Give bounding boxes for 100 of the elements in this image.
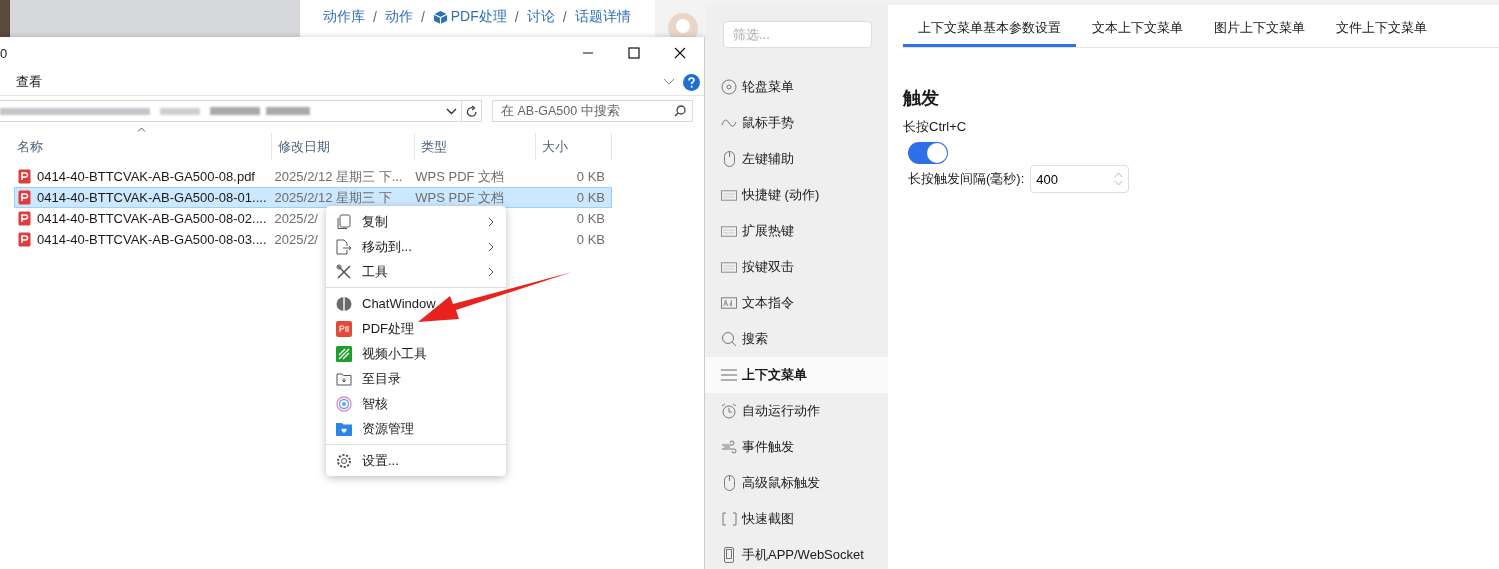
field-label: 长按触发间隔(毫秒): xyxy=(908,170,1025,188)
setting-label: 长按Ctrl+C xyxy=(903,118,968,136)
file-name: 0414-40-BTTCVAK-AB-GA500-08-01.... xyxy=(37,190,267,205)
disc-icon xyxy=(721,79,737,95)
pdf-file-icon xyxy=(18,232,31,247)
menu-item[interactable]: 视频小工具 xyxy=(326,341,506,366)
file-name[interactable]: 0414-40-BTTCVAK-AB-GA500-08-03.... xyxy=(37,232,267,247)
menu-item[interactable]: 移动到... xyxy=(326,234,506,259)
sidebar-item[interactable]: 鼠标手势 xyxy=(705,105,888,141)
file-size: 0 KB xyxy=(575,169,606,184)
sidebar-item[interactable]: 搜索 xyxy=(705,321,888,357)
file-type: WPS PDF 文档 xyxy=(415,189,505,205)
column-header[interactable]: 名称 xyxy=(0,133,272,160)
swirl-icon xyxy=(335,395,352,412)
search-icon xyxy=(721,331,737,347)
sidebar-item[interactable]: 上下文菜单 xyxy=(705,357,888,393)
window-title: 0 xyxy=(0,45,8,61)
sidebar-item[interactable]: 快捷键 (动作) xyxy=(705,177,888,213)
spinner-icon xyxy=(1114,171,1124,187)
pdf-file-icon xyxy=(18,169,31,184)
breadcrumb-separator: / xyxy=(420,9,425,25)
breadcrumb-separator: / xyxy=(373,9,377,25)
sidebar-item[interactable]: 高级鼠标触发 xyxy=(705,465,888,501)
menu-item[interactable]: 工具 xyxy=(326,259,506,284)
maximize-icon[interactable] xyxy=(628,47,640,59)
menu-icon xyxy=(721,369,737,381)
alarm-clock-icon xyxy=(721,403,737,419)
file-move-icon xyxy=(335,238,352,255)
column-header[interactable]: 类型 xyxy=(415,133,536,160)
toggle-switch[interactable] xyxy=(908,142,948,164)
menu-item[interactable]: 智核 xyxy=(326,391,506,416)
file-name[interactable]: 0414-40-BTTCVAK-AB-GA500-08.pdf xyxy=(37,169,255,184)
screenshot-frame-icon xyxy=(721,512,737,526)
search-icon xyxy=(674,105,686,117)
file-row[interactable]: 0414-40-BTTCVAK-AB-GA500-08-01.... 2025/2/12 星期三 下 WPS PDF 文档 0 KB xyxy=(14,187,612,208)
sidebar-item[interactable]: 按键双击 xyxy=(705,249,888,285)
help-icon[interactable] xyxy=(683,73,700,91)
search-field[interactable]: 在 AB-GA500 中搜索 xyxy=(492,100,693,122)
sidebar-item[interactable]: 快速截图 xyxy=(705,501,888,537)
breadcrumb-link[interactable]: 动作 xyxy=(384,8,413,26)
mouse-icon xyxy=(723,151,735,167)
column-header[interactable]: 大小 xyxy=(536,133,612,160)
sidebar-item[interactable]: 事件触发 xyxy=(705,429,888,465)
menu-item[interactable]: PDF处理 xyxy=(326,316,506,341)
file-type: WPS PDF 文档 xyxy=(415,168,505,184)
tools-icon xyxy=(335,263,352,280)
file-size: 0 KB xyxy=(575,190,606,205)
sidebar-item[interactable]: 左键辅助 xyxy=(705,141,888,177)
file-date: 2025/2/12 星期三 下... xyxy=(274,168,403,184)
sidebar-item[interactable]: 扩展热键 xyxy=(705,213,888,249)
menu-item[interactable]: 资源管理 xyxy=(326,416,506,441)
wind-icon xyxy=(721,440,737,454)
pdf-icon xyxy=(335,320,352,337)
pdf-file-icon xyxy=(18,190,31,205)
tab[interactable]: 图片上下文菜单 xyxy=(1199,5,1320,47)
folder-icon xyxy=(335,421,352,436)
menu-item[interactable]: ChatWindow xyxy=(326,291,506,316)
close-icon[interactable] xyxy=(674,47,686,59)
tab[interactable]: 上下文菜单基本参数设置 xyxy=(903,5,1076,47)
sidebar-item[interactable]: 手机APP/WebSocket xyxy=(705,537,888,569)
settings-icon xyxy=(335,452,352,469)
file-date: 2025/2/ xyxy=(274,211,318,226)
sidebar-item[interactable]: 文本指令 xyxy=(705,285,888,321)
tab[interactable]: 文件上下文菜单 xyxy=(1321,5,1442,47)
ribbon-tab[interactable]: 查看 xyxy=(16,73,42,91)
breadcrumb-link[interactable]: 动作库 xyxy=(323,8,365,26)
file-date: 2025/2/ xyxy=(274,232,318,247)
section-heading: 触发 xyxy=(903,87,940,110)
refresh-icon xyxy=(465,104,478,118)
sort-caret-icon xyxy=(137,127,146,132)
keyboard-icon xyxy=(721,225,737,237)
ad-icon xyxy=(721,297,737,309)
breadcrumb-link[interactable]: PDF处理 xyxy=(450,8,507,26)
breadcrumb-link[interactable]: 讨论 xyxy=(526,8,555,26)
keyboard-icon xyxy=(721,261,737,273)
copy-icon xyxy=(335,213,352,230)
file-size: 0 KB xyxy=(575,232,606,247)
breadcrumb-separator: / xyxy=(514,9,519,25)
phone-icon xyxy=(724,547,734,563)
tab[interactable]: 文本上下文菜单 xyxy=(1077,5,1198,47)
folder-icon xyxy=(335,371,352,386)
refresh-button[interactable] xyxy=(462,100,482,122)
menu-item[interactable]: 设置... xyxy=(326,448,506,473)
breadcrumb-separator: / xyxy=(562,9,567,25)
pdf-file-icon xyxy=(18,211,31,226)
menu-item[interactable]: 至目录 xyxy=(326,366,506,391)
filter-field[interactable]: 筛选... xyxy=(723,21,872,48)
file-size: 0 KB xyxy=(575,211,606,226)
chevron-down-icon[interactable] xyxy=(446,107,457,115)
file-name[interactable]: 0414-40-BTTCVAK-AB-GA500-08-02.... xyxy=(37,211,267,226)
sidebar-item[interactable]: 自动运行动作 xyxy=(705,393,888,429)
number-field[interactable]: 400 xyxy=(1030,165,1130,193)
menu-item[interactable]: 复制 xyxy=(326,209,506,234)
wave-icon xyxy=(721,118,737,128)
file-date: 2025/2/12 星期三 下 xyxy=(274,189,392,205)
sidebar-item[interactable]: 轮盘菜单 xyxy=(705,69,888,105)
video-tool-icon xyxy=(335,345,352,362)
keyboard-icon xyxy=(721,189,737,201)
column-header[interactable]: 修改日期 xyxy=(272,133,415,160)
breadcrumb-link[interactable]: 话题详情 xyxy=(574,8,631,26)
